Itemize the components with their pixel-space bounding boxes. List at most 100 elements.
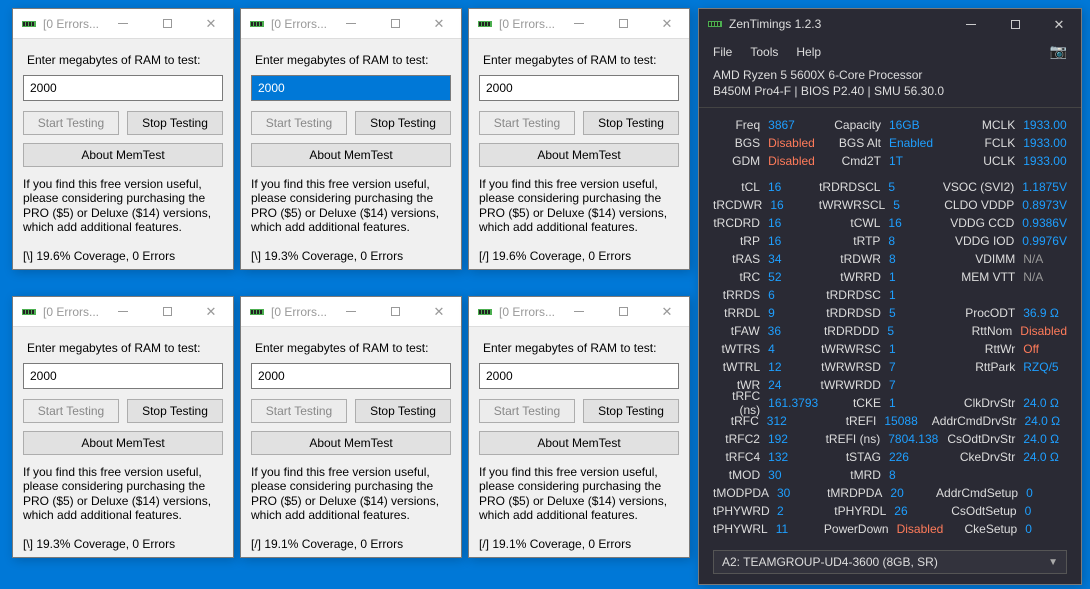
memtest-window: [0 Errors...✕Enter megabytes of RAM to t…	[12, 8, 234, 270]
ram-input[interactable]	[479, 363, 679, 389]
minimize-button[interactable]	[329, 9, 373, 39]
menu-tools[interactable]: Tools	[750, 45, 778, 59]
start-testing-button[interactable]: Start Testing	[23, 111, 119, 135]
timing-value: 52	[768, 270, 819, 284]
timing-label: Capacity	[819, 118, 889, 132]
screenshot-icon[interactable]: 📷	[1050, 43, 1067, 60]
about-button[interactable]: About MemTest	[251, 431, 451, 455]
ram-input[interactable]	[251, 363, 451, 389]
window-title: [0 Errors...	[271, 17, 327, 31]
timing-value: 7	[889, 378, 938, 392]
stop-testing-button[interactable]: Stop Testing	[127, 399, 223, 423]
titlebar[interactable]: [0 Errors...✕	[13, 297, 233, 327]
stop-testing-button[interactable]: Stop Testing	[355, 111, 451, 135]
memory-slot-dropdown[interactable]: A2: TEAMGROUP-UD4-3600 (8GB, SR) ▼	[713, 550, 1067, 574]
minimize-button[interactable]	[101, 9, 145, 39]
timing-label: tRDRDSCL	[818, 180, 888, 194]
close-button[interactable]: ✕	[189, 9, 233, 39]
timing-row: tWTRL12tWRWRSD7RttParkRZQ/5	[713, 358, 1067, 376]
ram-input[interactable]	[479, 75, 679, 101]
minimize-button[interactable]	[949, 9, 993, 39]
timing-label: tRRDS	[713, 288, 768, 302]
timing-row: tRP16tRTP8VDDG IOD0.9976V	[713, 232, 1067, 250]
ram-input[interactable]	[23, 75, 223, 101]
menu-file[interactable]: File	[713, 45, 732, 59]
memtest-window: [0 Errors...✕Enter megabytes of RAM to t…	[468, 8, 690, 270]
start-testing-button[interactable]: Start Testing	[23, 399, 119, 423]
titlebar[interactable]: [0 Errors...✕	[469, 297, 689, 327]
minimize-button[interactable]	[329, 297, 373, 327]
cpu-name: AMD Ryzen 5 5600X 6-Core Processor	[713, 68, 1067, 84]
about-button[interactable]: About MemTest	[251, 143, 451, 167]
status-text: [/] 19.1% Coverage, 0 Errors	[479, 533, 679, 551]
titlebar[interactable]: ZenTimings 1.2.3 ✕	[699, 9, 1081, 39]
timing-label: tFAW	[713, 324, 768, 338]
close-button[interactable]: ✕	[189, 297, 233, 327]
stop-testing-button[interactable]: Stop Testing	[127, 111, 223, 135]
minimize-button[interactable]	[101, 297, 145, 327]
timing-label: CkeSetup	[943, 522, 1025, 536]
timing-value: 3867	[768, 118, 819, 132]
timing-label: VDIMM	[938, 252, 1023, 266]
about-button[interactable]: About MemTest	[479, 143, 679, 167]
timing-value: RZQ/5	[1023, 360, 1067, 374]
close-button[interactable]: ✕	[1037, 9, 1081, 39]
timing-value: 2	[777, 504, 826, 518]
maximize-button[interactable]	[601, 297, 645, 327]
timing-label: AddrCmdDrvStr	[932, 414, 1025, 428]
timing-label: ProcODT	[938, 306, 1023, 320]
ram-input[interactable]	[23, 363, 223, 389]
timing-value: 1T	[889, 154, 938, 168]
timing-value: 36.9 Ω	[1023, 306, 1067, 320]
close-button[interactable]: ✕	[645, 9, 689, 39]
timing-value: 1	[889, 288, 938, 302]
titlebar[interactable]: [0 Errors...✕	[241, 297, 461, 327]
start-testing-button[interactable]: Start Testing	[479, 399, 575, 423]
timing-label: tRDWR	[819, 252, 889, 266]
menu-help[interactable]: Help	[796, 45, 821, 59]
timing-row: Freq3867Capacity16GBMCLK1933.00	[713, 116, 1067, 134]
titlebar[interactable]: [0 Errors...✕	[13, 9, 233, 39]
timing-value: 9	[768, 306, 819, 320]
timing-label: RttPark	[938, 360, 1023, 374]
minimize-button[interactable]	[557, 297, 601, 327]
about-button[interactable]: About MemTest	[23, 143, 223, 167]
timing-label: tRAS	[713, 252, 768, 266]
titlebar[interactable]: [0 Errors... ✕	[241, 9, 461, 39]
timing-label: tMRD	[819, 468, 889, 482]
timing-value: 16	[770, 198, 818, 212]
stop-testing-button[interactable]: Stop Testing	[583, 111, 679, 135]
timing-value: 1933.00	[1023, 154, 1067, 168]
timing-value: 226	[889, 450, 938, 464]
timing-label: tWRRD	[819, 270, 889, 284]
maximize-button[interactable]	[373, 297, 417, 327]
timing-row: tPHYWRD2tPHYRDL26CsOdtSetup0	[713, 502, 1067, 520]
titlebar[interactable]: [0 Errors...✕	[469, 9, 689, 39]
start-testing-button[interactable]: Start Testing	[251, 111, 347, 135]
stop-testing-button[interactable]: Stop Testing	[583, 399, 679, 423]
close-button[interactable]: ✕	[417, 297, 461, 327]
maximize-button[interactable]	[993, 9, 1037, 39]
maximize-button[interactable]	[601, 9, 645, 39]
start-testing-button[interactable]: Start Testing	[479, 111, 575, 135]
timing-value: 34	[768, 252, 819, 266]
close-button[interactable]: ✕	[417, 9, 461, 39]
timing-row: tRFC4132tSTAG226CkeDrvStr24.0 Ω	[713, 448, 1067, 466]
timing-value: 1	[889, 396, 938, 410]
about-button[interactable]: About MemTest	[479, 431, 679, 455]
start-testing-button[interactable]: Start Testing	[251, 399, 347, 423]
timing-label: tRDRDDD	[818, 324, 888, 338]
maximize-button[interactable]	[145, 297, 189, 327]
ram-input[interactable]	[251, 75, 451, 101]
about-button[interactable]: About MemTest	[23, 431, 223, 455]
maximize-button[interactable]	[145, 9, 189, 39]
stop-testing-button[interactable]: Stop Testing	[355, 399, 451, 423]
timing-value: 8	[889, 252, 938, 266]
maximize-button[interactable]	[373, 9, 417, 39]
ram-label: Enter megabytes of RAM to test:	[483, 341, 679, 355]
timing-label: tSTAG	[819, 450, 889, 464]
timing-label: tMRDPDA	[824, 486, 890, 500]
close-button[interactable]: ✕	[645, 297, 689, 327]
timing-row: tRC52tWRRD1MEM VTTN/A	[713, 268, 1067, 286]
minimize-button[interactable]	[557, 9, 601, 39]
